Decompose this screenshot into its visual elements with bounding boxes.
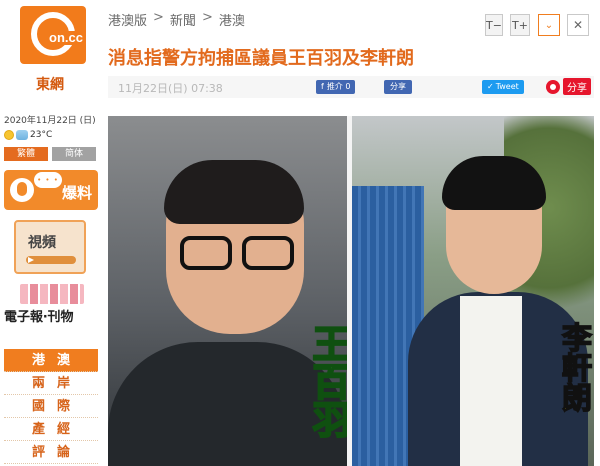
breadcrumb-section[interactable]: 港澳 <box>219 10 245 29</box>
nav-item-international[interactable]: 國際 <box>4 395 98 418</box>
article-meta-bar: 11月22日(日) 07:38 f 推介 0 分享 ✓ Tweet 分享 <box>108 76 594 98</box>
breadcrumb-separator-icon: > <box>153 10 164 25</box>
tweet-button[interactable]: ✓ Tweet <box>482 80 524 94</box>
weather-warning-icon <box>16 130 28 140</box>
logo-text: on.cc <box>48 30 84 45</box>
photo-caption-left: 王百羽 <box>305 323 351 439</box>
epaper-label: 電子報‧刊物 <box>4 310 74 325</box>
current-date: 2020年11月22日 (日) <box>4 116 96 126</box>
facebook-like-button[interactable]: f 推介 0 <box>316 80 356 94</box>
photo-right-portrait: 李軒朗 <box>352 116 594 466</box>
breadcrumb: 港澳版 > 新聞 > 港澳 <box>108 10 245 29</box>
weibo-icon <box>546 79 560 94</box>
temperature: 23°C <box>30 130 53 140</box>
language-switcher: 繁體 简体 <box>4 147 96 161</box>
section-nav: 港澳 兩岸 國際 產經 評論 <box>4 349 98 464</box>
font-larger-button[interactable]: T+ <box>510 14 530 36</box>
portrait-hair <box>442 156 546 210</box>
breaking-news-tip-button[interactable]: • • • 爆料 <box>4 170 98 210</box>
photo-left-portrait: 王百羽 <box>108 116 351 466</box>
logo-subtitle: 東網 <box>36 77 64 93</box>
twitter-bird-icon: ✓ <box>487 82 494 91</box>
chevron-down-icon[interactable]: ⌄ <box>538 14 560 36</box>
newspaper-icon <box>20 284 84 304</box>
nav-item-hk-macau[interactable]: 港澳 <box>4 349 98 372</box>
nav-item-cross-strait[interactable]: 兩岸 <box>4 372 98 395</box>
portrait-shirt <box>460 296 522 466</box>
video-button[interactable]: 視頻 <box>14 220 86 274</box>
article-photo[interactable]: 王百羽 李軒朗 <box>108 116 594 466</box>
simplified-chinese-button[interactable]: 简体 <box>52 147 96 161</box>
article-headline: 消息指警方拘捕區議員王百羽及李軒朗 <box>108 48 414 69</box>
facebook-share-button[interactable]: 分享 <box>384 80 412 94</box>
left-sidebar: on.cc 東網 2020年11月22日 (日) 23°C 繁體 简体 • • … <box>0 0 104 466</box>
breadcrumb-news[interactable]: 新聞 <box>170 10 196 29</box>
breadcrumb-edition[interactable]: 港澳版 <box>108 10 147 29</box>
font-smaller-button[interactable]: T− <box>485 14 503 36</box>
portrait-hair <box>164 160 304 224</box>
weather-widget[interactable]: 23°C <box>4 129 52 141</box>
photo-caption-right: 李軒朗 <box>555 321 592 413</box>
close-icon[interactable]: ✕ <box>567 14 589 36</box>
site-logo[interactable]: on.cc <box>20 6 86 64</box>
glasses-icon <box>180 236 300 270</box>
play-icon <box>28 257 34 263</box>
breaking-tip-label: 爆料 <box>62 184 93 202</box>
sun-icon <box>4 130 14 140</box>
traditional-chinese-button[interactable]: 繁體 <box>4 147 48 161</box>
breadcrumb-separator-icon: > <box>201 10 213 25</box>
tweet-label: Tweet <box>495 82 519 91</box>
weibo-share-button[interactable]: 分享 <box>546 78 591 95</box>
video-label: 視頻 <box>28 235 56 251</box>
nav-item-commentary[interactable]: 評論 <box>4 441 98 464</box>
weibo-share-label: 分享 <box>563 78 591 95</box>
nav-item-finance[interactable]: 產經 <box>4 418 98 441</box>
article-timestamp: 11月22日(日) 07:38 <box>118 82 223 95</box>
speech-bubble-icon: • • • <box>34 172 62 188</box>
microphone-icon <box>10 178 34 202</box>
epaper-button[interactable]: 電子報‧刊物 <box>4 282 100 328</box>
facebook-like-label: 推介 0 <box>326 82 351 91</box>
facebook-icon: f <box>321 82 324 91</box>
